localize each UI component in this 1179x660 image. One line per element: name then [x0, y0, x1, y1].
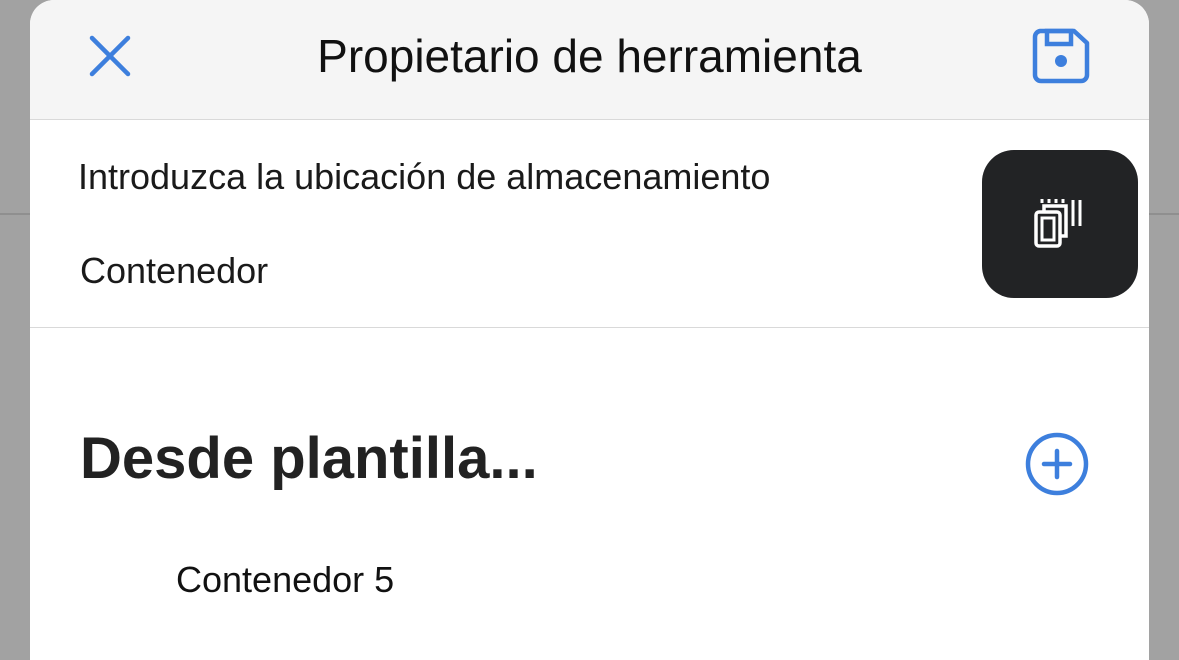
tool-owner-sheet: Propietario de herramienta Introduzca la… [30, 0, 1149, 660]
sheet-header: Propietario de herramienta [30, 0, 1149, 120]
save-button[interactable] [1028, 24, 1094, 88]
scan-button[interactable] [982, 150, 1138, 298]
close-icon [89, 35, 131, 77]
templates-title: Desde plantilla... [80, 426, 538, 491]
add-circle-icon [1025, 432, 1089, 496]
page-title: Propietario de herramienta [317, 30, 862, 82]
save-icon [1032, 28, 1090, 84]
add-template-button[interactable] [1023, 430, 1091, 498]
location-input[interactable] [80, 245, 960, 297]
section-divider [30, 327, 1149, 328]
close-button[interactable] [82, 28, 138, 84]
template-item-contenedor-5[interactable]: Contenedor 5 [176, 556, 394, 604]
location-label: Introduzca la ubicación de almacenamient… [78, 156, 771, 197]
scan-device-icon [1034, 199, 1082, 248]
